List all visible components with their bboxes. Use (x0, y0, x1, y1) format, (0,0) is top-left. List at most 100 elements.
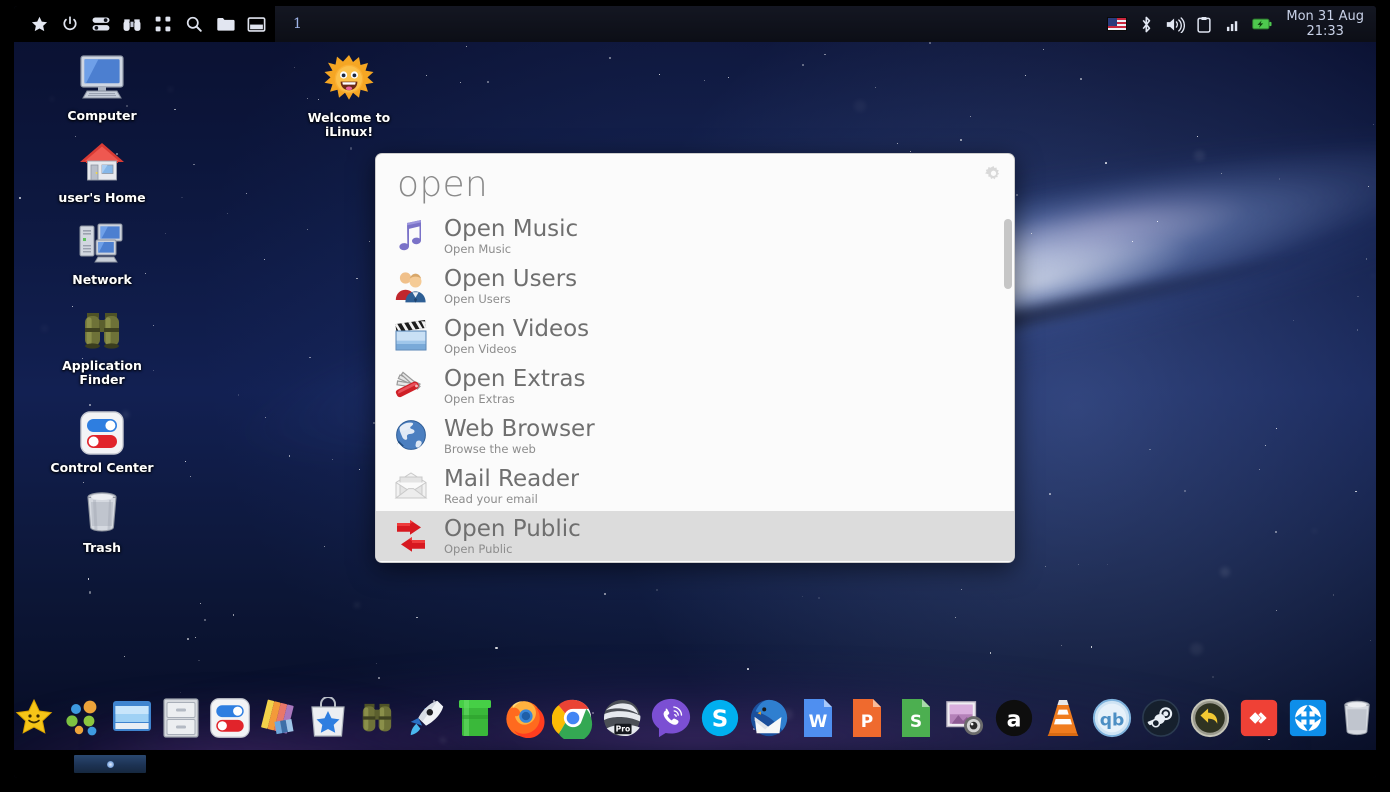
dock-item-favorites[interactable] (14, 695, 56, 740)
result-row-web-browser[interactable]: Web Browser Browse the web (376, 411, 1014, 461)
dock-item-show-desktop[interactable] (109, 695, 154, 740)
workspace-1[interactable]: 1 (285, 16, 310, 32)
result-text: Open Music Open Music (444, 217, 578, 256)
dock-item-applications[interactable] (60, 695, 105, 740)
result-row-open-public[interactable]: Open Public Open Public (376, 511, 1014, 561)
desktop-icon-label: user's Home (58, 190, 146, 205)
dock-item-appearance[interactable] (256, 695, 301, 740)
result-text: Open Extras Open Extras (444, 367, 585, 406)
network-signal-icon[interactable] (1223, 15, 1243, 33)
globe-icon (392, 417, 430, 455)
result-row-open-videos[interactable]: Open Videos Open Videos (376, 311, 1014, 361)
clock-date: Mon 31 Aug (1286, 9, 1364, 24)
desktop-icon-appfinder[interactable]: Application Finder (44, 302, 160, 387)
envelope-icon (392, 467, 430, 505)
folder-icon[interactable] (214, 13, 236, 35)
keyboard-layout-flag-icon[interactable] (1107, 15, 1128, 33)
desktop-icon-welcome[interactable]: Welcome to iLinux! (291, 54, 407, 139)
dock-item-control-center[interactable] (207, 695, 252, 740)
dock-item-software-store[interactable] (305, 695, 350, 740)
dock-item-firefox[interactable] (501, 695, 546, 740)
bluetooth-icon[interactable] (1136, 15, 1156, 33)
desktop-icon-trash[interactable]: Trash (44, 484, 160, 555)
settings-toggle-icon[interactable] (90, 13, 112, 35)
clipboard-icon[interactable] (1194, 15, 1214, 33)
results-scrollbar[interactable] (1004, 211, 1012, 562)
desktop-icon-control-center[interactable]: Control Center (44, 404, 160, 475)
dock-item-viber[interactable] (648, 695, 693, 740)
result-desc: Open Videos (444, 342, 517, 356)
dock-item-thunderbird[interactable] (746, 695, 791, 740)
search-icon[interactable] (183, 13, 205, 35)
dock-item-trash[interactable] (1334, 695, 1376, 740)
system-tray (1107, 6, 1280, 42)
battery-icon[interactable] (1252, 15, 1272, 33)
workspace-switcher[interactable]: 1 (275, 6, 320, 42)
binoculars-icon[interactable] (121, 13, 143, 35)
dock-items: Pro S W P S a qb (14, 676, 1376, 740)
result-title: Open Videos (444, 316, 590, 342)
result-text: Mail Reader Read your email (444, 467, 579, 506)
red-arrows-icon (392, 517, 430, 555)
result-title: Mail Reader (444, 466, 580, 492)
dock-item-launcher[interactable] (403, 695, 448, 740)
dock-item-skype[interactable]: S (697, 695, 742, 740)
dock-item-vlc[interactable] (1040, 695, 1085, 740)
dock-item-timeshift[interactable] (1187, 695, 1232, 740)
power-icon[interactable] (59, 13, 81, 35)
result-desc: Open Music (444, 242, 512, 256)
search-results-list: Open Music Open Music Open Users Open Us… (376, 211, 1014, 562)
result-desc: Open Public (444, 542, 513, 556)
swiss-knife-icon (392, 367, 430, 405)
desktop-icon-label: Computer (67, 108, 137, 123)
result-title: Open Music (444, 216, 579, 242)
dock-item-screenshot[interactable] (942, 695, 987, 740)
gear-icon[interactable] (985, 166, 1002, 183)
desktop: 1 Mon 31 Aug 21:33 Computer Welcome to i… (14, 6, 1376, 778)
volume-icon[interactable] (1165, 15, 1186, 33)
result-row-mail-reader[interactable]: Mail Reader Read your email (376, 461, 1014, 511)
search-input[interactable]: open (397, 163, 970, 207)
dock-item-app-finder[interactable] (354, 695, 399, 740)
dock-item-terminal[interactable] (452, 695, 497, 740)
computer-icon (44, 52, 160, 104)
dock-item-chrome[interactable] (550, 695, 595, 740)
dock-item-steam[interactable] (1138, 695, 1183, 740)
network-icon (44, 216, 160, 268)
svg-text:S: S (909, 712, 921, 732)
star-icon[interactable] (28, 13, 50, 35)
dock-item-anydesk[interactable] (1236, 695, 1281, 740)
dock-item-presentation[interactable]: P (844, 695, 889, 740)
music-note-icon (392, 217, 430, 255)
dock-item-spreadsheet[interactable]: S (893, 695, 938, 740)
dock-item-opera[interactable]: Pro (599, 695, 644, 740)
window-icon[interactable] (245, 13, 267, 35)
grid-dots-icon[interactable] (152, 13, 174, 35)
window-button[interactable] (74, 755, 146, 773)
dock-item-teamviewer[interactable] (1285, 695, 1330, 740)
result-row-open-music[interactable]: Open Music Open Music (376, 211, 1014, 261)
svg-text:qb: qb (1099, 710, 1124, 730)
svg-text:S: S (711, 706, 728, 732)
result-title: Open Users (444, 266, 578, 292)
svg-text:P: P (860, 712, 872, 732)
desktop-icon-network[interactable]: Network (44, 216, 160, 287)
scrollbar-thumb[interactable] (1004, 219, 1012, 289)
svg-text:W: W (808, 712, 827, 732)
screen: 1 Mon 31 Aug 21:33 Computer Welcome to i… (0, 0, 1390, 792)
dock-item-writer[interactable]: W (795, 695, 840, 740)
result-row-open-users[interactable]: Open Users Open Users (376, 261, 1014, 311)
dock-item-audacious[interactable]: a (991, 695, 1036, 740)
result-title: Web Browser (444, 416, 595, 442)
clock[interactable]: Mon 31 Aug 21:33 (1280, 9, 1376, 39)
trash-icon (44, 484, 160, 536)
toggles-icon (44, 404, 160, 456)
dock-item-qbittorrent[interactable]: qb (1089, 695, 1134, 740)
desktop-icon-computer[interactable]: Computer (44, 52, 160, 123)
desktop-icon-home[interactable]: user's Home (44, 134, 160, 205)
dock-item-file-manager[interactable] (158, 695, 203, 740)
result-desc: Read your email (444, 492, 538, 506)
result-text: Web Browser Browse the web (444, 417, 595, 456)
desktop-icon-label: Application Finder (62, 358, 142, 387)
result-row-open-extras[interactable]: Open Extras Open Extras (376, 361, 1014, 411)
